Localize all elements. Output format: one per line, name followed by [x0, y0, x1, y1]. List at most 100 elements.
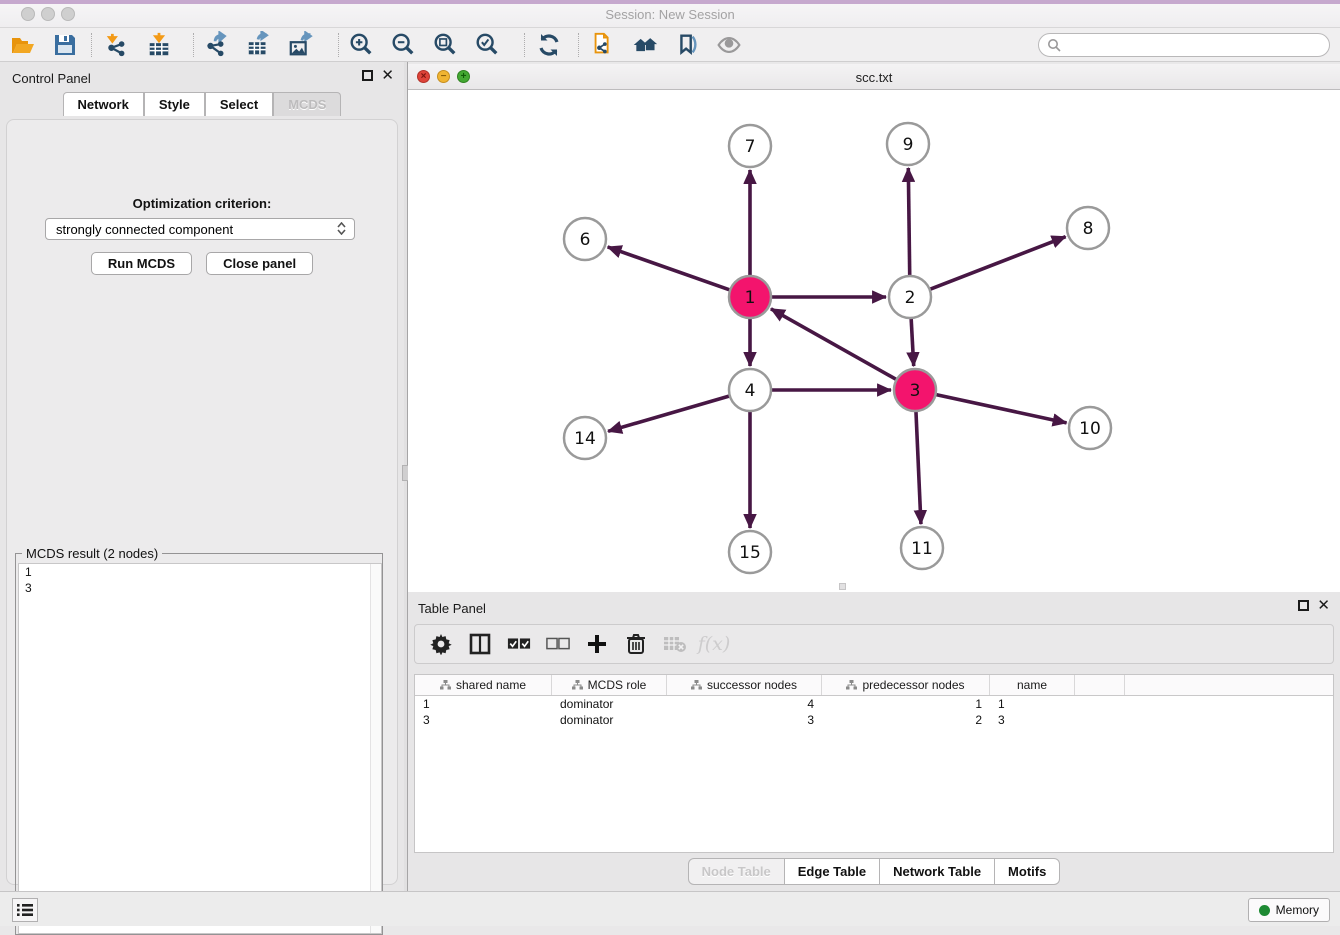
eye-icon[interactable] [716, 32, 742, 58]
control-tab-select[interactable]: Select [205, 92, 273, 116]
criterion-select[interactable]: strongly connected component [45, 218, 355, 240]
unselect-all-icon[interactable] [546, 632, 570, 656]
network-canvas[interactable]: 1 2 3 4 6 7 8 9 10 11 14 15 [408, 90, 1340, 592]
memory-button[interactable]: Memory [1248, 898, 1330, 922]
edge-2-9[interactable] [908, 168, 909, 276]
table-float-icon[interactable] [1298, 600, 1309, 611]
network-window-titlebar[interactable]: × − + scc.txt [408, 64, 1340, 90]
cell-name[interactable]: 1 [990, 697, 1075, 713]
svg-text:11: 11 [911, 539, 933, 559]
edge-2-8[interactable] [930, 237, 1066, 290]
cell-predecessor-nodes[interactable]: 2 [822, 713, 990, 729]
graph-node-11[interactable]: 11 [901, 527, 943, 569]
mcds-result-list[interactable]: 13 [18, 563, 382, 934]
edge-3-10[interactable] [936, 394, 1067, 422]
select-all-icon[interactable] [507, 632, 531, 656]
float-panel-icon[interactable] [362, 70, 373, 81]
import-network-icon[interactable] [104, 32, 130, 58]
save-session-icon[interactable] [52, 32, 78, 58]
control-tab-mcds[interactable]: MCDS [273, 92, 341, 116]
zoom-out-icon[interactable] [390, 32, 416, 58]
graph-node-10[interactable]: 10 [1069, 407, 1111, 449]
tab-motifs[interactable]: Motifs [995, 858, 1060, 885]
canvas-resize-handle[interactable] [839, 583, 846, 590]
table-settings-gear-icon[interactable] [429, 632, 453, 656]
search-field[interactable] [1038, 33, 1330, 57]
table-row[interactable]: 1dominator411 [415, 697, 1333, 713]
tab-network-table[interactable]: Network Table [880, 858, 995, 885]
tab-edge-table[interactable]: Edge Table [785, 858, 880, 885]
control-tab-network[interactable]: Network [63, 92, 144, 116]
export-image-icon[interactable] [288, 32, 314, 58]
node-table: shared nameMCDS rolesuccessor nodesprede… [414, 674, 1334, 853]
memory-label: Memory [1276, 903, 1319, 917]
close-panel-button[interactable]: Close panel [206, 252, 313, 275]
export-network-icon[interactable] [204, 32, 230, 58]
edge-4-14[interactable] [608, 396, 730, 431]
edge-3-1[interactable] [771, 309, 897, 380]
svg-text:15: 15 [739, 543, 761, 563]
clone-network-icon[interactable] [590, 32, 616, 58]
graph-node-2[interactable]: 2 [889, 276, 931, 318]
zoom-in-icon[interactable] [348, 32, 374, 58]
add-row-icon[interactable] [585, 632, 609, 656]
result-item[interactable]: 1 [19, 564, 381, 580]
tab-node-table[interactable]: Node Table [688, 858, 785, 885]
cell-successor-nodes[interactable]: 3 [667, 713, 822, 729]
app-titlebar: Session: New Session [0, 0, 1340, 28]
export-table-icon[interactable] [246, 32, 272, 58]
delete-row-icon[interactable] [624, 632, 648, 656]
column-header-predecessor-nodes[interactable]: predecessor nodes [822, 675, 990, 695]
svg-text:1: 1 [745, 288, 756, 308]
graph-node-3[interactable]: 3 [894, 369, 936, 411]
graph-node-9[interactable]: 9 [887, 123, 929, 165]
zoom-selected-icon[interactable] [474, 32, 500, 58]
mcds-result-box: MCDS result (2 nodes) 13 [15, 553, 383, 935]
table-panel-title: Table Panel [418, 601, 486, 616]
main-toolbar [0, 28, 1340, 62]
cell-predecessor-nodes[interactable]: 1 [822, 697, 990, 713]
column-header-MCDS-role[interactable]: MCDS role [552, 675, 667, 695]
edge-3-11[interactable] [916, 411, 921, 524]
zoom-fit-icon[interactable] [432, 32, 458, 58]
task-history-button[interactable] [12, 898, 38, 922]
cell-shared-name[interactable]: 1 [415, 697, 552, 713]
graph-node-8[interactable]: 8 [1067, 207, 1109, 249]
table-close-icon[interactable]: ✕ [1317, 600, 1330, 611]
table-panel: Table Panel ✕ f(x) shared nameMCDS roles… [408, 592, 1340, 891]
open-session-icon[interactable] [10, 32, 36, 58]
result-item[interactable]: 3 [19, 580, 381, 596]
graph-node-1[interactable]: 1 [729, 276, 771, 318]
status-bar: Memory [0, 891, 1340, 926]
cell-MCDS-role[interactable]: dominator [552, 697, 667, 713]
show-columns-icon[interactable] [468, 632, 492, 656]
graph-node-4[interactable]: 4 [729, 369, 771, 411]
graph-node-7[interactable]: 7 [729, 125, 771, 167]
refresh-view-icon[interactable] [536, 32, 562, 58]
run-mcds-button[interactable]: Run MCDS [91, 252, 192, 275]
search-input[interactable] [1066, 38, 1329, 52]
svg-text:14: 14 [574, 429, 596, 449]
control-panel-tabs: NetworkStyleSelectMCDS [0, 92, 404, 116]
graph-node-6[interactable]: 6 [564, 218, 606, 260]
import-table-icon[interactable] [146, 32, 172, 58]
result-scrollbar[interactable] [370, 564, 381, 933]
svg-text:7: 7 [745, 137, 756, 157]
column-header-shared-name[interactable]: shared name [415, 675, 552, 695]
control-tab-style[interactable]: Style [144, 92, 205, 116]
close-panel-icon[interactable]: ✕ [381, 70, 394, 81]
edge-2-3[interactable] [911, 318, 914, 366]
table-row[interactable]: 3dominator323 [415, 713, 1333, 729]
column-header-successor-nodes[interactable]: successor nodes [667, 675, 822, 695]
cell-shared-name[interactable]: 3 [415, 713, 552, 729]
edge-1-6[interactable] [608, 247, 731, 290]
column-header-name[interactable]: name [990, 675, 1075, 695]
hide-labels-icon[interactable] [674, 32, 700, 58]
graph-node-15[interactable]: 15 [729, 531, 771, 573]
cell-MCDS-role[interactable]: dominator [552, 713, 667, 729]
cell-name[interactable]: 3 [990, 713, 1075, 729]
cell-successor-nodes[interactable]: 4 [667, 697, 822, 713]
houses-icon[interactable] [632, 32, 658, 58]
graph-node-14[interactable]: 14 [564, 417, 606, 459]
memory-status-icon [1259, 905, 1270, 916]
